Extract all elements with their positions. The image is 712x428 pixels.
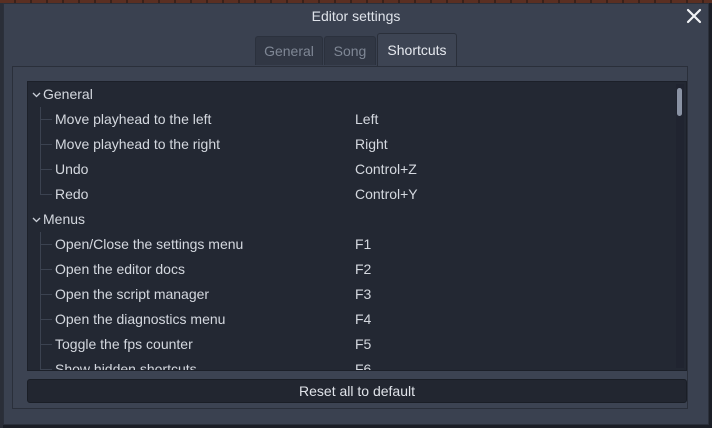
shortcut-action: Toggle the fps counter xyxy=(55,336,193,352)
close-button[interactable] xyxy=(684,6,704,26)
shortcut-row[interactable]: Move playhead to the right Right xyxy=(28,132,668,157)
chevron-down-icon[interactable] xyxy=(32,82,42,107)
shortcut-key[interactable]: F2 xyxy=(355,257,371,282)
shortcut-key[interactable]: F3 xyxy=(355,282,371,307)
tree-guide xyxy=(40,107,53,132)
tab-general[interactable]: General xyxy=(255,36,323,65)
close-icon xyxy=(686,8,702,24)
shortcut-action: Undo xyxy=(55,161,89,177)
dialog-title: Editor settings xyxy=(311,8,401,24)
shortcut-action: Open/Close the settings menu xyxy=(55,236,244,252)
shortcut-row[interactable]: Open/Close the settings menu F1 xyxy=(28,232,668,257)
tree-guide xyxy=(40,257,53,282)
shortcut-action: Redo xyxy=(55,186,89,202)
tree-section-general[interactable]: General xyxy=(28,82,668,107)
shortcut-row[interactable]: Open the editor docs F2 xyxy=(28,257,668,282)
tree-guide xyxy=(40,307,53,332)
vertical-scrollbar[interactable] xyxy=(676,84,684,368)
shortcut-action: Move playhead to the left xyxy=(55,111,212,127)
reset-all-button[interactable]: Reset all to default xyxy=(27,379,687,403)
shortcut-key[interactable]: F6 xyxy=(355,357,371,370)
shortcut-row[interactable]: Redo Control+Y xyxy=(28,182,668,207)
tab-song[interactable]: Song xyxy=(324,36,376,65)
title-bar[interactable]: Editor settings xyxy=(4,4,708,30)
tree-guide xyxy=(40,132,53,157)
tree-guide xyxy=(40,332,53,357)
shortcut-row[interactable]: Open the diagnostics menu F4 xyxy=(28,307,668,332)
shortcut-action: Open the script manager xyxy=(55,286,210,302)
shortcut-action: Move playhead to the right xyxy=(55,136,220,152)
tree-guide xyxy=(40,282,53,307)
tree-guide xyxy=(40,157,53,182)
shortcuts-tree[interactable]: General Move playhead to the left Left Move… xyxy=(27,81,687,371)
shortcut-action: Open the editor docs xyxy=(55,261,185,277)
chevron-down-icon[interactable] xyxy=(32,207,42,232)
tree-guide xyxy=(40,232,53,257)
shortcut-row[interactable]: Undo Control+Z xyxy=(28,157,668,182)
shortcut-key[interactable]: F5 xyxy=(355,332,371,357)
tree-guide xyxy=(40,357,53,370)
shortcut-action: Show hidden shortcuts xyxy=(55,361,197,371)
shortcut-key[interactable]: Control+Z xyxy=(355,157,417,182)
tab-shortcuts[interactable]: Shortcuts xyxy=(377,33,457,66)
tree-guide xyxy=(40,182,53,207)
editor-settings-dialog: Editor settings General Song Shortcuts G… xyxy=(3,3,709,425)
shortcut-key[interactable]: Left xyxy=(355,107,378,132)
tree-section-menus[interactable]: Menus xyxy=(28,207,668,232)
section-label: Menus xyxy=(43,211,86,227)
shortcut-row[interactable]: Move playhead to the left Left xyxy=(28,107,668,132)
shortcut-row[interactable]: Show hidden shortcuts F6 xyxy=(28,357,668,371)
tab-bar: General Song Shortcuts xyxy=(4,33,708,67)
shortcut-action: Open the diagnostics menu xyxy=(55,311,226,327)
shortcuts-panel: General Move playhead to the left Left Move… xyxy=(12,66,688,409)
shortcut-key[interactable]: F4 xyxy=(355,307,371,332)
shortcut-key[interactable]: Control+Y xyxy=(355,182,418,207)
shortcut-row[interactable]: Toggle the fps counter F5 xyxy=(28,332,668,357)
scrollbar-thumb[interactable] xyxy=(677,88,682,116)
shortcut-key[interactable]: Right xyxy=(355,132,388,157)
shortcut-key[interactable]: F1 xyxy=(355,232,371,257)
shortcut-row[interactable]: Open the script manager F3 xyxy=(28,282,668,307)
section-label: General xyxy=(43,86,93,102)
